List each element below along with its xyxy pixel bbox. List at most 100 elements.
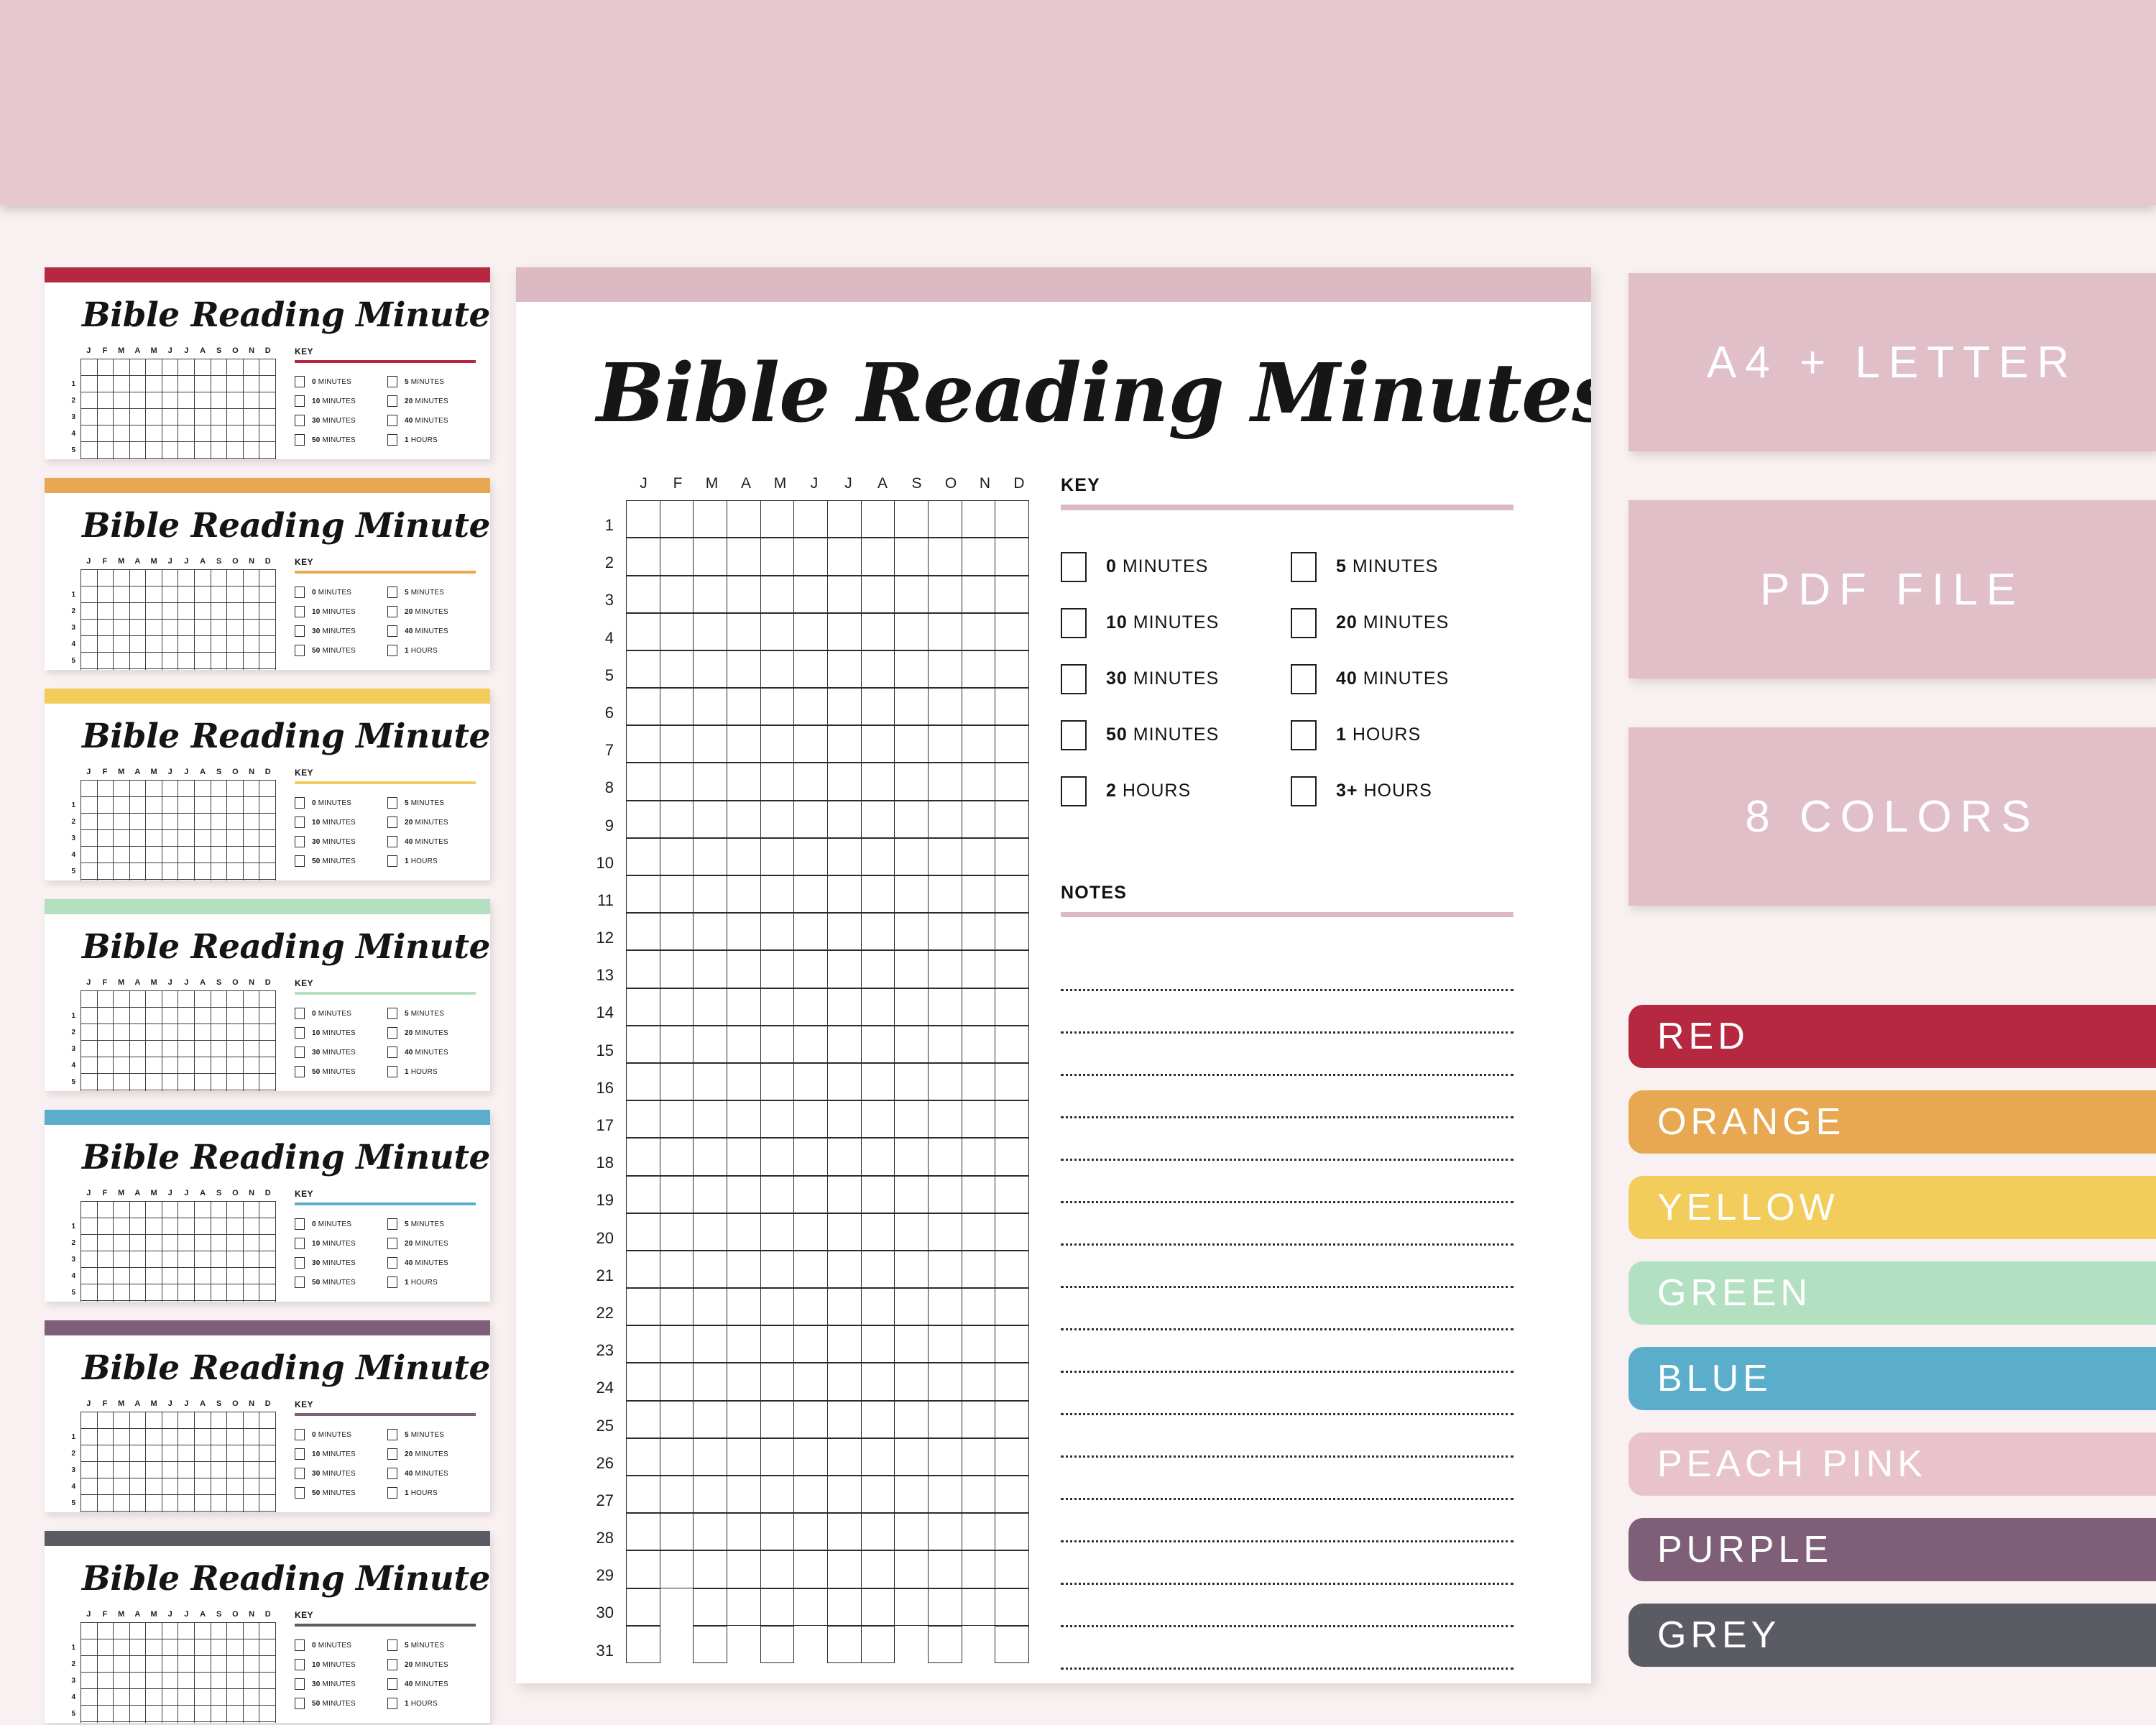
grid-cell[interactable]: [760, 1325, 795, 1363]
notes-line[interactable]: [1061, 1288, 1514, 1330]
grid-cell[interactable]: [928, 575, 962, 613]
grid-cell[interactable]: [860, 1250, 895, 1289]
grid-cell[interactable]: [793, 875, 828, 914]
grid-cell[interactable]: [727, 725, 761, 763]
grid-cell[interactable]: [659, 950, 694, 988]
grid-cell[interactable]: [659, 1025, 694, 1063]
grid-cell[interactable]: [894, 1213, 929, 1251]
grid-cell[interactable]: [995, 875, 1029, 914]
thumbnail-orange[interactable]: Bible Reading MinutesJFMAMJJASOND1234567…: [45, 478, 490, 670]
grid-cell[interactable]: [961, 950, 996, 988]
grid-cell[interactable]: [894, 1025, 929, 1063]
grid-cell[interactable]: [894, 1476, 929, 1514]
grid-cell[interactable]: [860, 988, 895, 1026]
grid-cell[interactable]: [827, 1062, 862, 1101]
grid-cell[interactable]: [827, 1588, 862, 1626]
grid-cell[interactable]: [961, 1513, 996, 1551]
notes-line[interactable]: [1061, 1542, 1514, 1585]
grid-cell[interactable]: [894, 1175, 929, 1213]
grid-cell[interactable]: [626, 1513, 660, 1551]
grid-cell[interactable]: [961, 875, 996, 914]
grid-cell[interactable]: [827, 1513, 862, 1551]
grid-cell[interactable]: [793, 988, 828, 1026]
grid-cell[interactable]: [860, 1588, 895, 1626]
grid-cell[interactable]: [827, 1625, 862, 1663]
notes-line[interactable]: [1061, 1076, 1514, 1118]
grid-cell[interactable]: [928, 1062, 962, 1101]
grid-cell[interactable]: [626, 538, 660, 576]
notes-line[interactable]: [1061, 1500, 1514, 1542]
grid-cells[interactable]: [626, 500, 1036, 1664]
grid-cell[interactable]: [793, 1363, 828, 1401]
grid-cell[interactable]: [793, 1550, 828, 1588]
grid-cell[interactable]: [860, 1400, 895, 1438]
grid-cell[interactable]: [961, 763, 996, 801]
key-item[interactable]: 5 MINUTES: [1291, 539, 1521, 595]
grid-cell[interactable]: [760, 1550, 795, 1588]
grid-cell[interactable]: [894, 875, 929, 914]
grid-cell[interactable]: [727, 1100, 761, 1138]
grid-cell[interactable]: [760, 612, 795, 650]
notes-line[interactable]: [1061, 1034, 1514, 1076]
grid-cell[interactable]: [995, 1550, 1029, 1588]
grid-cell[interactable]: [626, 837, 660, 876]
grid-cell[interactable]: [760, 1100, 795, 1138]
grid-cell[interactable]: [659, 725, 694, 763]
grid-cell[interactable]: [928, 913, 962, 951]
key-item[interactable]: 0 MINUTES: [1061, 539, 1291, 595]
grid-cell[interactable]: [760, 538, 795, 576]
grid-cell[interactable]: [995, 1025, 1029, 1063]
grid-cell[interactable]: [827, 1213, 862, 1251]
grid-cell[interactable]: [760, 1062, 795, 1101]
grid-cell[interactable]: [693, 1363, 727, 1401]
grid-cell[interactable]: [827, 1250, 862, 1289]
thumbnail-grey[interactable]: Bible Reading MinutesJFMAMJJASOND1234567…: [45, 1531, 490, 1723]
grid-cell[interactable]: [626, 1550, 660, 1588]
notes-line[interactable]: [1061, 1161, 1514, 1203]
grid-cell[interactable]: [961, 913, 996, 951]
grid-cell[interactable]: [693, 1438, 727, 1476]
grid-cell[interactable]: [626, 1138, 660, 1176]
grid-cell[interactable]: [860, 1100, 895, 1138]
grid-cell[interactable]: [760, 1250, 795, 1289]
grid-cell[interactable]: [827, 1025, 862, 1063]
grid-cell[interactable]: [928, 950, 962, 988]
grid-cell[interactable]: [928, 988, 962, 1026]
grid-cell[interactable]: [626, 1438, 660, 1476]
notes-line[interactable]: [1061, 1415, 1514, 1458]
grid-cell[interactable]: [626, 500, 660, 538]
grid-cell[interactable]: [995, 725, 1029, 763]
key-checkbox[interactable]: [1061, 663, 1087, 694]
grid-cell[interactable]: [860, 1513, 895, 1551]
grid-cell[interactable]: [727, 1363, 761, 1401]
key-checkbox[interactable]: [1061, 776, 1087, 806]
grid-cell[interactable]: [626, 1325, 660, 1363]
grid-cell[interactable]: [928, 1476, 962, 1514]
grid-cell[interactable]: [894, 1513, 929, 1551]
grid-cell[interactable]: [626, 688, 660, 726]
grid-cell[interactable]: [860, 612, 895, 650]
grid-cell[interactable]: [760, 1438, 795, 1476]
grid-cell[interactable]: [693, 650, 727, 689]
grid-cell[interactable]: [693, 500, 727, 538]
grid-cell[interactable]: [793, 800, 828, 838]
notes-line[interactable]: [1061, 1627, 1514, 1670]
grid-cell[interactable]: [961, 725, 996, 763]
grid-cell[interactable]: [693, 725, 727, 763]
grid-cell[interactable]: [760, 1363, 795, 1401]
grid-cell[interactable]: [860, 875, 895, 914]
key-checkbox[interactable]: [1291, 607, 1317, 638]
grid-cell[interactable]: [928, 875, 962, 914]
grid-cell[interactable]: [961, 500, 996, 538]
grid-cell[interactable]: [760, 500, 795, 538]
grid-cell[interactable]: [659, 1213, 694, 1251]
grid-cell[interactable]: [626, 988, 660, 1026]
grid-cell[interactable]: [995, 1175, 1029, 1213]
grid-cell[interactable]: [626, 1062, 660, 1101]
grid-cell[interactable]: [995, 837, 1029, 876]
grid-cell[interactable]: [827, 688, 862, 726]
thumbnail-red[interactable]: Bible Reading MinutesJFMAMJJASOND1234567…: [45, 267, 490, 459]
grid-cell[interactable]: [659, 913, 694, 951]
color-swatch-purple[interactable]: PURPLE: [1628, 1518, 2156, 1581]
grid-cell[interactable]: [793, 913, 828, 951]
